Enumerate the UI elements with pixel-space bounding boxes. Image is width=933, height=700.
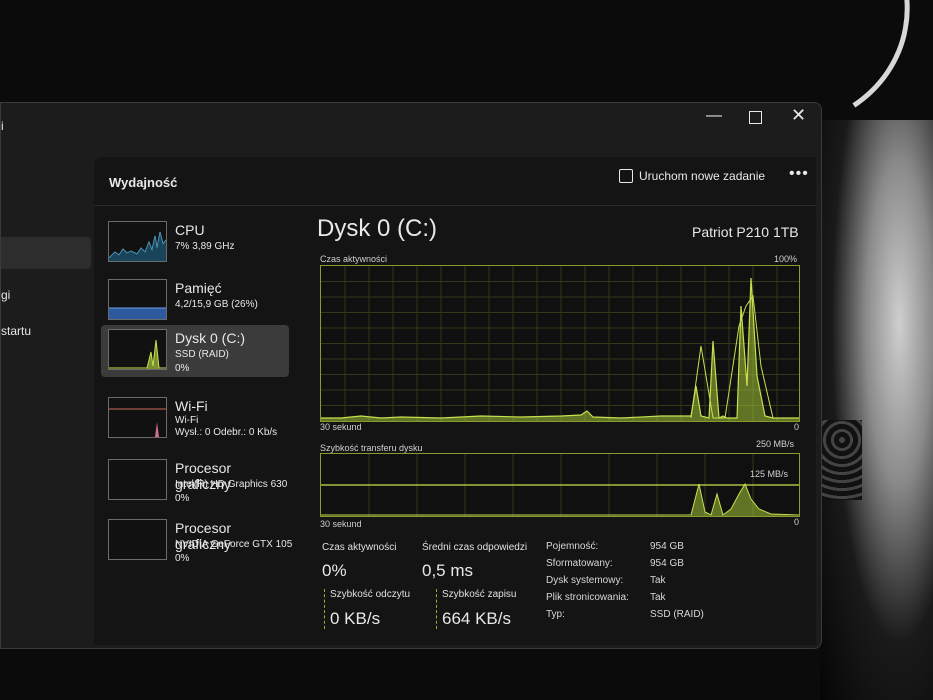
prop-value: 954 GB [650, 558, 684, 569]
write-speed-label: Szybkość zapisu [442, 589, 517, 600]
device-usage: 0% [175, 493, 190, 504]
graph1-min: 0 [794, 422, 800, 432]
active-time-value: 0% [322, 561, 347, 580]
device-detail: NVIDIA GeForce GTX 105 [175, 539, 293, 550]
prop-label: Typ: [546, 609, 565, 620]
performance-panel: Wydajność Uruchom nowe zadanie ••• CPU 7… [94, 157, 816, 645]
prop-value: 954 GB [650, 541, 684, 552]
graph1-max: 100% [774, 254, 798, 264]
sidebar-item-cpu[interactable]: CPU 7% 3,89 GHz [101, 217, 289, 269]
avg-response-value: 0,5 ms [422, 561, 474, 580]
device-detail: 7% 3,89 GHz [175, 241, 235, 252]
prop-value: SSD (RAID) [650, 609, 704, 620]
graph1-time: 30 sekund [320, 422, 362, 432]
graph2-time: 30 sekund [320, 519, 362, 529]
graph2-min: 0 [794, 517, 800, 527]
device-detail: SSD (RAID) [175, 349, 229, 360]
device-detail: Wi-Fi [175, 415, 199, 426]
read-speed-value: 0 KB/s [330, 609, 381, 628]
device-name: CPU [175, 222, 205, 238]
write-speed-bar [436, 589, 438, 629]
run-new-task-button[interactable]: Uruchom nowe zadanie [619, 169, 765, 183]
sidebar-item-wifi[interactable]: Wi-Fi Wi-Fi Wysł.: 0 Odebr.: 0 Kb/s [101, 393, 289, 445]
read-speed-label: Szybkość odczytu [330, 589, 411, 600]
graph2-max: 250 MB/s [756, 439, 795, 449]
memory-thumbnail-graph [108, 279, 167, 320]
cpu-thumbnail-graph [108, 221, 167, 262]
nav-item-fragment[interactable]: i [1, 119, 4, 133]
device-throughput: Wysł.: 0 Odebr.: 0 Kb/s [175, 427, 278, 438]
sidebar-item-memory[interactable]: Pamięć 4,2/15,9 GB (26%) [101, 275, 289, 327]
sidebar-item-disk[interactable]: Dysk 0 (C:) SSD (RAID) 0% [101, 325, 289, 377]
prop-label: Sformatowany: [546, 558, 613, 569]
background-grille [822, 420, 862, 500]
active-time-graph [320, 265, 800, 422]
gpu-thumbnail-graph [108, 519, 167, 560]
transfer-rate-graph [320, 453, 800, 517]
graph2-mid: 125 MB/s [750, 469, 789, 479]
device-name: Pamięć [175, 280, 222, 296]
device-detail: Intel(R) HD Graphics 630 [175, 479, 288, 490]
prop-value: Tak [650, 592, 666, 603]
device-name: Dysk 0 (C:) [175, 330, 245, 346]
prop-label: Pojemność: [546, 541, 599, 552]
graph2-label: Szybkość transferu dysku [320, 443, 423, 453]
header-divider [94, 205, 816, 206]
task-manager-window: — ✕ i gi startu Wydajność Uruchom nowe z… [0, 102, 822, 649]
disk-model: Patriot P210 1TB [692, 224, 799, 240]
gpu-thumbnail-graph [108, 459, 167, 500]
prop-label: Plik stronicowania: [546, 592, 629, 603]
sidebar-item-gpu-0[interactable]: Procesor graficzny Intel(R) HD Graphics … [101, 455, 289, 507]
more-icon[interactable]: ••• [789, 165, 809, 183]
close-icon[interactable]: ✕ [791, 105, 806, 126]
run-task-icon [619, 169, 633, 183]
device-usage: 0% [175, 553, 190, 564]
device-usage: 0% [175, 363, 190, 374]
nav-item-fragment[interactable]: gi [1, 288, 10, 302]
run-task-label: Uruchom nowe zadanie [639, 169, 766, 183]
nav-item-selected[interactable] [1, 237, 91, 269]
prop-label: Dysk systemowy: [546, 575, 624, 586]
sidebar-item-gpu-1[interactable]: Procesor graficzny NVIDIA GeForce GTX 10… [101, 515, 293, 567]
minimize-icon[interactable]: — [706, 107, 722, 125]
background-object [820, 120, 933, 700]
graph1-label: Czas aktywności [320, 254, 388, 264]
wifi-thumbnail-graph [108, 397, 167, 438]
disk-thumbnail-graph [108, 329, 167, 370]
write-speed-value: 664 KB/s [442, 609, 511, 628]
read-speed-bar [324, 589, 326, 629]
page-title: Wydajność [109, 175, 178, 190]
nav-item-fragment[interactable]: startu [1, 324, 31, 338]
maximize-icon[interactable] [749, 111, 762, 124]
device-detail: 4,2/15,9 GB (26%) [175, 299, 258, 310]
device-name: Wi-Fi [175, 398, 208, 414]
disk-title: Dysk 0 (C:) [317, 215, 437, 242]
avg-response-label: Średni czas odpowiedzi [422, 542, 528, 553]
prop-value: Tak [650, 575, 666, 586]
active-time-label: Czas aktywności [322, 542, 397, 553]
